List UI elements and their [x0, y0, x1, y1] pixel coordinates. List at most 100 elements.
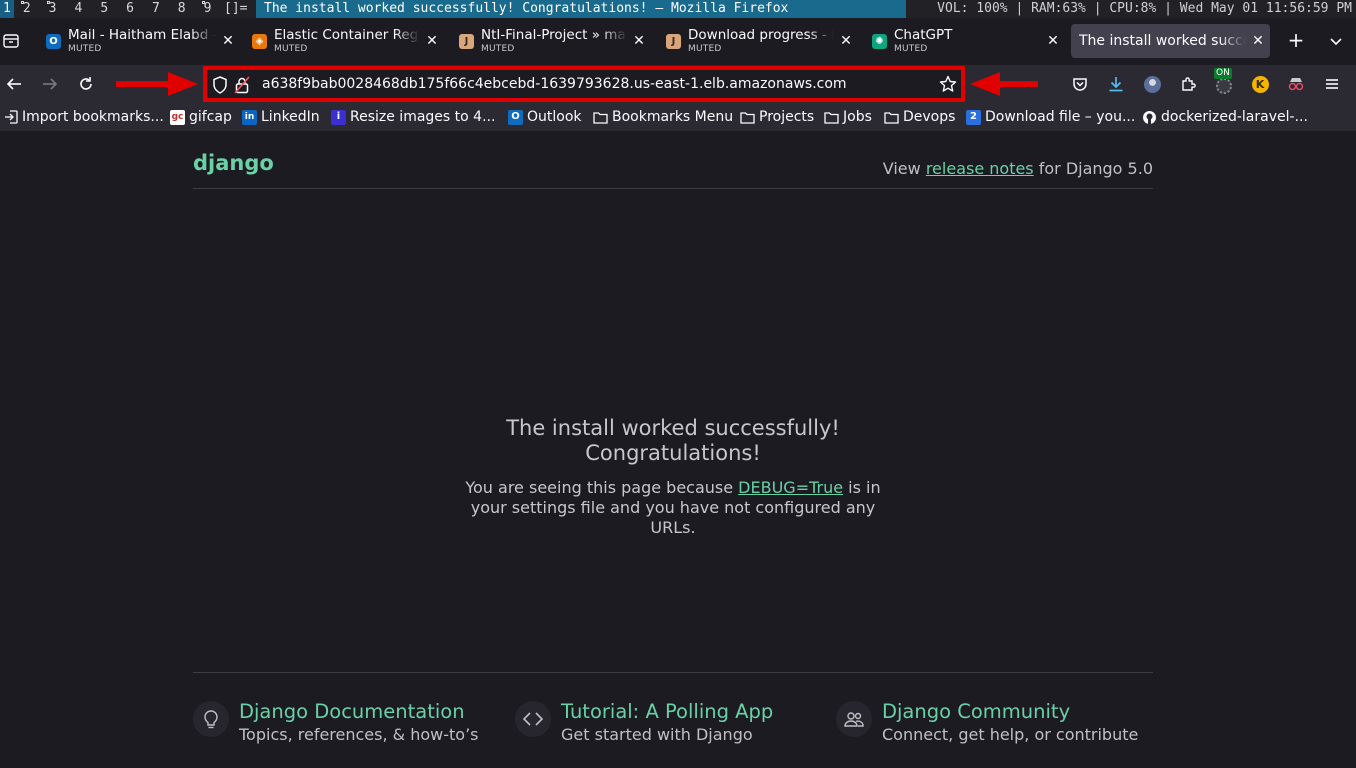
extensions-button[interactable] — [1177, 73, 1199, 95]
firefox-view-button[interactable] — [0, 28, 22, 54]
workspace-7[interactable]: 7 — [149, 0, 163, 18]
tab-ecr[interactable]: ◈ Elastic Container Regi MUTED ✕ — [244, 24, 444, 58]
debug-explanation: You are seeing this page because DEBUG=T… — [458, 478, 888, 538]
folder-icon — [740, 110, 755, 125]
workspace-5[interactable]: 5 — [97, 0, 111, 18]
tab-mail[interactable]: O Mail - Haitham Elabd - MUTED ✕ — [38, 24, 240, 58]
wm-system-status: VOL: 100% | RAM:63% | CPU:8% | Wed May 0… — [937, 1, 1352, 16]
download-icon — [1109, 77, 1123, 92]
bookmark-dockerized-laravel[interactable]: dockerized-laravel-... — [1142, 103, 1308, 131]
page-footer: Django Documentation Topics, references,… — [193, 672, 1153, 752]
bookmark-import[interactable]: Import bookmarks... — [3, 103, 164, 131]
download-file-icon: 2 — [966, 109, 981, 125]
workspace-6[interactable]: 6 — [123, 0, 137, 18]
workspace-8[interactable]: 8 — [175, 0, 189, 18]
folder-icon — [884, 110, 899, 125]
bookmark-gifcap[interactable]: gc gifcap — [170, 103, 232, 131]
close-icon[interactable]: ✕ — [420, 24, 444, 58]
bookmark-label: gifcap — [189, 109, 232, 125]
workspace-1[interactable]: 1 — [0, 0, 14, 18]
bookmark-label: Resize images to 4... — [350, 109, 496, 125]
jenkins-icon: J — [459, 33, 474, 49]
bookmark-download-file[interactable]: 2 Download file – you... — [966, 103, 1135, 131]
tab-chatgpt[interactable]: ✺ ChatGPT MUTED ✕ — [864, 24, 1065, 58]
pocket-icon — [1073, 77, 1087, 91]
bookmark-label: Import bookmarks... — [22, 109, 164, 125]
bookmark-label: Download file – you... — [985, 109, 1136, 125]
tracking-protection-shield-icon[interactable] — [212, 76, 228, 98]
wm-layout-indicator[interactable]: []= — [224, 0, 247, 18]
bookmark-label: LinkedIn — [261, 109, 320, 125]
footer-card-subtitle: Get started with Django — [561, 725, 753, 744]
bookmark-folder-devops[interactable]: Devops — [884, 103, 955, 131]
tab-django-active[interactable]: The install worked succes ✕ — [1071, 24, 1270, 58]
django-logo[interactable]: django — [193, 151, 274, 175]
debug-true-link[interactable]: DEBUG=True — [738, 478, 843, 497]
page-header: django View release notes for Django 5.0 — [193, 151, 1153, 189]
url-text[interactable]: a638f9bab0028468db175f66c4ebcebd-1639793… — [262, 76, 847, 93]
release-prefix: View — [882, 159, 926, 178]
plus-icon: + — [1287, 28, 1305, 52]
page-title: The install worked successfully! Congratu… — [378, 416, 968, 466]
tab-strip: O Mail - Haitham Elabd - MUTED ✕ ◈ Elasti… — [0, 18, 1356, 65]
footer-card-title: Django Community — [882, 700, 1071, 723]
bookmark-label: Jobs — [843, 109, 872, 125]
bookmark-outlook[interactable]: O Outlook — [508, 103, 582, 131]
bookmark-resize-images[interactable]: i Resize images to 4... — [331, 103, 495, 131]
workspace-2[interactable]: 2 — [20, 0, 34, 18]
release-notes-link[interactable]: release notes — [926, 159, 1034, 178]
bookmark-folder-bookmarks-menu[interactable]: Bookmarks Menu — [593, 103, 733, 131]
explanation-text-before: You are seeing this page because — [465, 478, 739, 497]
account-button[interactable] — [1141, 73, 1163, 95]
footer-card-subtitle: Topics, references, & how-to’s — [239, 725, 479, 744]
django-community-link[interactable]: Django Community Connect, get help, or c… — [836, 698, 1153, 748]
django-documentation-link[interactable]: Django Documentation Topics, references,… — [193, 698, 493, 748]
tab-download-progress[interactable]: J Download progress - P MUTED ✕ — [658, 24, 858, 58]
workspace-9[interactable]: 9 — [201, 0, 215, 18]
reload-button[interactable] — [74, 73, 98, 95]
app-menu-button[interactable] — [1321, 73, 1343, 95]
bookmark-label: Devops — [903, 109, 956, 125]
keeper-extension-button[interactable]: K — [1249, 73, 1271, 95]
spy-glasses-icon — [1288, 78, 1304, 91]
footer-card-subtitle: Connect, get help, or contribute — [882, 725, 1139, 744]
bookmark-folder-jobs[interactable]: Jobs — [824, 103, 872, 131]
tab-muted-label: MUTED — [894, 43, 928, 54]
puzzle-piece-icon — [1182, 77, 1196, 91]
navigation-toolbar: a638f9bab0028468db175f66c4ebcebd-1639793… — [0, 65, 1356, 103]
url-bar[interactable]: a638f9bab0028468db175f66c4ebcebd-1639793… — [203, 66, 965, 102]
annotation-arrow-left — [970, 72, 1038, 96]
wm-window-title: The install worked successfully! Congrat… — [256, 0, 906, 18]
bookmark-star-icon[interactable] — [939, 75, 957, 97]
tutorial-polling-app-link[interactable]: Tutorial: A Polling App Get started with… — [515, 698, 815, 748]
close-icon[interactable]: ✕ — [627, 24, 651, 58]
footer-card-title: Tutorial: A Polling App — [561, 700, 774, 723]
bookmark-linkedin[interactable]: in LinkedIn — [242, 103, 320, 131]
new-tab-button[interactable]: + — [1286, 30, 1306, 52]
release-notes-text: View release notes for Django 5.0 — [883, 159, 1153, 178]
close-icon[interactable]: ✕ — [1246, 24, 1270, 58]
bookmark-label: Bookmarks Menu — [612, 109, 734, 125]
bookmark-label: Outlook — [527, 109, 582, 125]
tab-jenkins-project[interactable]: J NtI-Final-Project » mas MUTED ✕ — [451, 24, 651, 58]
list-all-tabs-button[interactable] — [1326, 32, 1346, 50]
close-icon[interactable]: ✕ — [216, 24, 240, 58]
workspace-3[interactable]: 3 — [46, 0, 60, 18]
chatgpt-icon: ✺ — [872, 33, 887, 49]
back-button[interactable] — [2, 73, 26, 95]
wm-status-bar: 123456789 []= The install worked success… — [0, 0, 1356, 18]
spy-extension-button[interactable] — [1285, 73, 1307, 95]
workspace-list: 123456789 — [0, 0, 226, 18]
extension-on-button[interactable]: ON — [1213, 68, 1235, 95]
bookmark-folder-projects[interactable]: Projects — [740, 103, 814, 131]
insecure-lock-icon[interactable] — [234, 76, 250, 98]
forward-button[interactable] — [38, 73, 62, 95]
pocket-button[interactable] — [1069, 73, 1091, 95]
import-icon — [3, 110, 18, 125]
downloads-button[interactable] — [1105, 73, 1127, 95]
close-icon[interactable]: ✕ — [834, 24, 858, 58]
title-line-1: The install worked successfully! — [506, 416, 840, 440]
title-line-2: Congratulations! — [585, 441, 761, 465]
workspace-4[interactable]: 4 — [71, 0, 85, 18]
close-icon[interactable]: ✕ — [1041, 24, 1065, 58]
